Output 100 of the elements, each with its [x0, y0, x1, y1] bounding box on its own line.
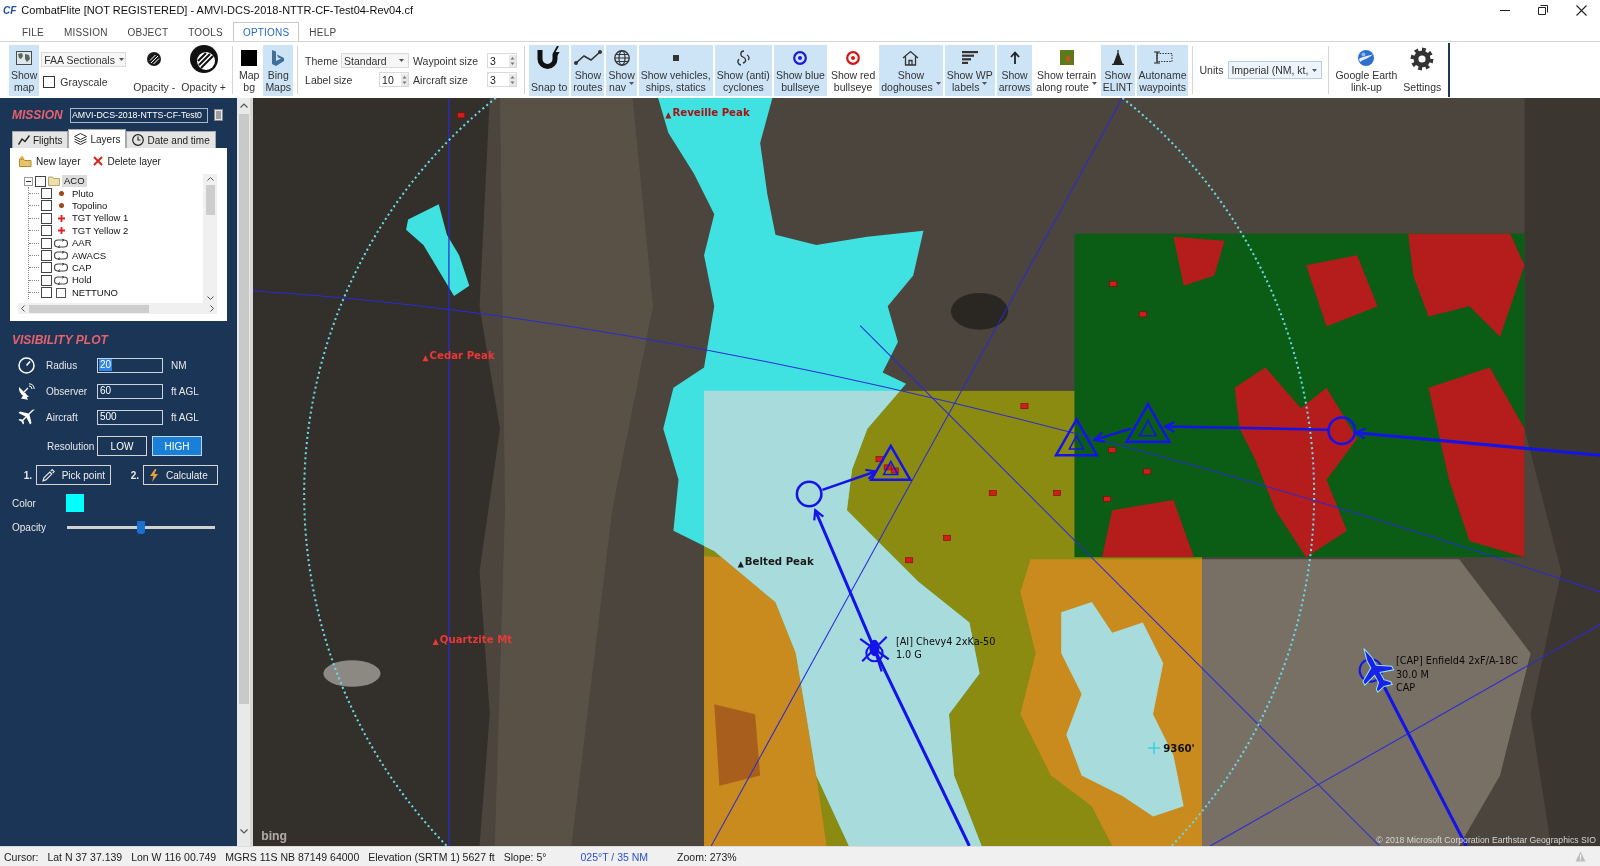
menu-tab[interactable]: OBJECT	[117, 22, 179, 41]
scroll-left-icon[interactable]	[21, 305, 25, 312]
opacity-up-button[interactable]: Opacity +	[179, 44, 228, 96]
panel-tab[interactable]: Date and time	[126, 131, 216, 148]
scroll-right-icon[interactable]	[210, 305, 214, 312]
spinner-field[interactable]: 3	[487, 53, 518, 68]
layer-checkbox[interactable]	[35, 175, 46, 187]
scroll-up-icon[interactable]	[206, 177, 214, 181]
menu-tab[interactable]: OPTIONS	[232, 22, 300, 41]
show-routes-button[interactable]: Show routes	[571, 44, 605, 96]
map-provider-button[interactable]: Bing Maps	[263, 44, 294, 96]
scrollbar-thumb[interactable]	[29, 304, 149, 313]
layer-checkbox[interactable]	[41, 225, 52, 237]
peak-label: Reveille Peak	[672, 107, 750, 119]
field-label: Resolution	[47, 440, 96, 452]
layer-checkbox[interactable]	[41, 274, 52, 286]
new-layer-button[interactable]: New layer	[19, 152, 81, 170]
field-label: Aircraft size	[413, 73, 468, 86]
layer-name[interactable]: ACO	[62, 175, 87, 188]
earth-link-button[interactable]: Google Earth link-up	[1333, 44, 1400, 96]
resolution-option[interactable]: HIGH	[152, 436, 202, 456]
document-icon[interactable]	[214, 109, 223, 121]
show-map-button[interactable]: Show map	[9, 44, 40, 96]
panel-tab[interactable]: Flights	[12, 131, 69, 148]
layer-name[interactable]: AAR	[70, 237, 94, 250]
target-icon	[846, 50, 861, 65]
scroll-up-icon[interactable]	[239, 103, 248, 108]
snap-to-button[interactable]: Snap to	[529, 44, 570, 96]
grayscale-checkbox[interactable]	[43, 76, 56, 88]
restore-icon	[1538, 5, 1548, 15]
section-heading: MISSION	[12, 108, 64, 122]
mission-name-field[interactable]: AMVI-DCS-2018-NTTS-CF-Test0	[70, 107, 208, 123]
show-arrows-button[interactable]: Show arrows	[996, 44, 1033, 96]
layer-checkbox[interactable]	[41, 287, 52, 299]
layer-name[interactable]: Hold	[70, 274, 94, 287]
show-nav-button[interactable]: Show nav	[606, 44, 637, 96]
show-wp-labels-button[interactable]: Show WP labels	[944, 44, 995, 96]
opacity-down-button[interactable]: Opacity -	[131, 44, 178, 96]
layer-checkbox[interactable]	[41, 212, 52, 224]
route-leg	[822, 468, 878, 492]
show-bullseye-button[interactable]: Show red bullseye	[828, 44, 878, 96]
spinner-field[interactable]: 10	[379, 72, 410, 87]
eyedropper-icon	[42, 468, 55, 482]
field-label: Label size	[305, 73, 353, 86]
scrollbar-track[interactable]	[203, 174, 217, 303]
collapse-icon[interactable]	[24, 176, 33, 186]
show-vehicles-button[interactable]: Show vehicles, ships, statics	[638, 44, 713, 96]
pick-point-button[interactable]: Pick point	[36, 465, 111, 485]
map-source-dropdown[interactable]: FAA Sectionals	[41, 52, 127, 67]
scrollbar-track[interactable]	[237, 98, 250, 846]
panel-tab[interactable]: Layers	[68, 129, 127, 148]
resolution-option[interactable]: LOW	[97, 436, 147, 456]
aircraft-field[interactable]: 500	[97, 409, 163, 425]
layer-name[interactable]: NETTUNO	[70, 286, 120, 299]
scrollbar-thumb[interactable]	[205, 185, 215, 215]
layer-checkbox[interactable]	[41, 200, 52, 212]
show-elint-button[interactable]: Show ELINT	[1100, 44, 1135, 96]
show-doghouses-button[interactable]: Show doghouses	[879, 44, 943, 96]
scroll-down-icon[interactable]	[239, 829, 248, 834]
layer-name[interactable]: CAP	[70, 261, 94, 274]
layer-name[interactable]: Pluto	[70, 187, 96, 200]
scrollbar-thumb[interactable]	[238, 114, 249, 704]
layer-checkbox[interactable]	[41, 188, 52, 200]
layer-checkbox[interactable]	[41, 262, 52, 274]
show-cyclones-button[interactable]: Show (anti) cyclones	[714, 44, 772, 96]
layer-name[interactable]: Topolino	[70, 199, 110, 212]
spinner-field[interactable]: 3	[487, 72, 518, 87]
observer-field[interactable]: 60	[97, 383, 163, 399]
radius-field[interactable]: 20	[97, 357, 163, 373]
show-terrain-button[interactable]: Show terrain along route	[1034, 44, 1099, 96]
target-marker-icon	[457, 112, 466, 119]
square-icon	[56, 287, 66, 298]
menu-tab[interactable]: FILE	[12, 22, 54, 41]
slider-thumb[interactable]	[137, 520, 145, 534]
unit-label: NM	[171, 359, 187, 371]
autoname-waypoints-button[interactable]: Autoname waypoints	[1136, 44, 1189, 96]
menu-tab[interactable]: HELP	[299, 22, 347, 41]
settings-button[interactable]: Settings	[1401, 44, 1444, 96]
menu-tab[interactable]: TOOLS	[178, 22, 233, 41]
calculate-button[interactable]: Calculate	[143, 465, 218, 485]
color-swatch[interactable]	[66, 494, 84, 512]
waypoint-triangle	[869, 443, 913, 481]
delete-layer-button[interactable]: Delete layer	[93, 152, 161, 170]
target-marker-icon	[1020, 403, 1029, 410]
layer-name[interactable]: AWACS	[70, 249, 109, 262]
loop-icon	[54, 251, 68, 261]
layer-checkbox[interactable]	[41, 237, 52, 249]
layer-name[interactable]: TGT Yellow 2	[70, 224, 131, 237]
satellite-dish-icon	[17, 382, 35, 400]
dot-icon	[58, 203, 64, 209]
menu-tab[interactable]: MISSION	[53, 22, 118, 41]
show-bullseye-button[interactable]: Show blue bullseye	[773, 44, 827, 96]
theme-dropdown[interactable]: Standard	[341, 53, 410, 68]
scrollbar-track[interactable]	[18, 303, 217, 314]
units-dropdown[interactable]: Imperial (NM, kt,	[1228, 61, 1323, 79]
map-background-button[interactable]: Map bg	[236, 44, 262, 96]
target-marker-icon	[1053, 490, 1061, 496]
layer-checkbox[interactable]	[41, 250, 52, 262]
scroll-down-icon[interactable]	[206, 296, 214, 300]
layer-name[interactable]: TGT Yellow 1	[70, 212, 131, 225]
